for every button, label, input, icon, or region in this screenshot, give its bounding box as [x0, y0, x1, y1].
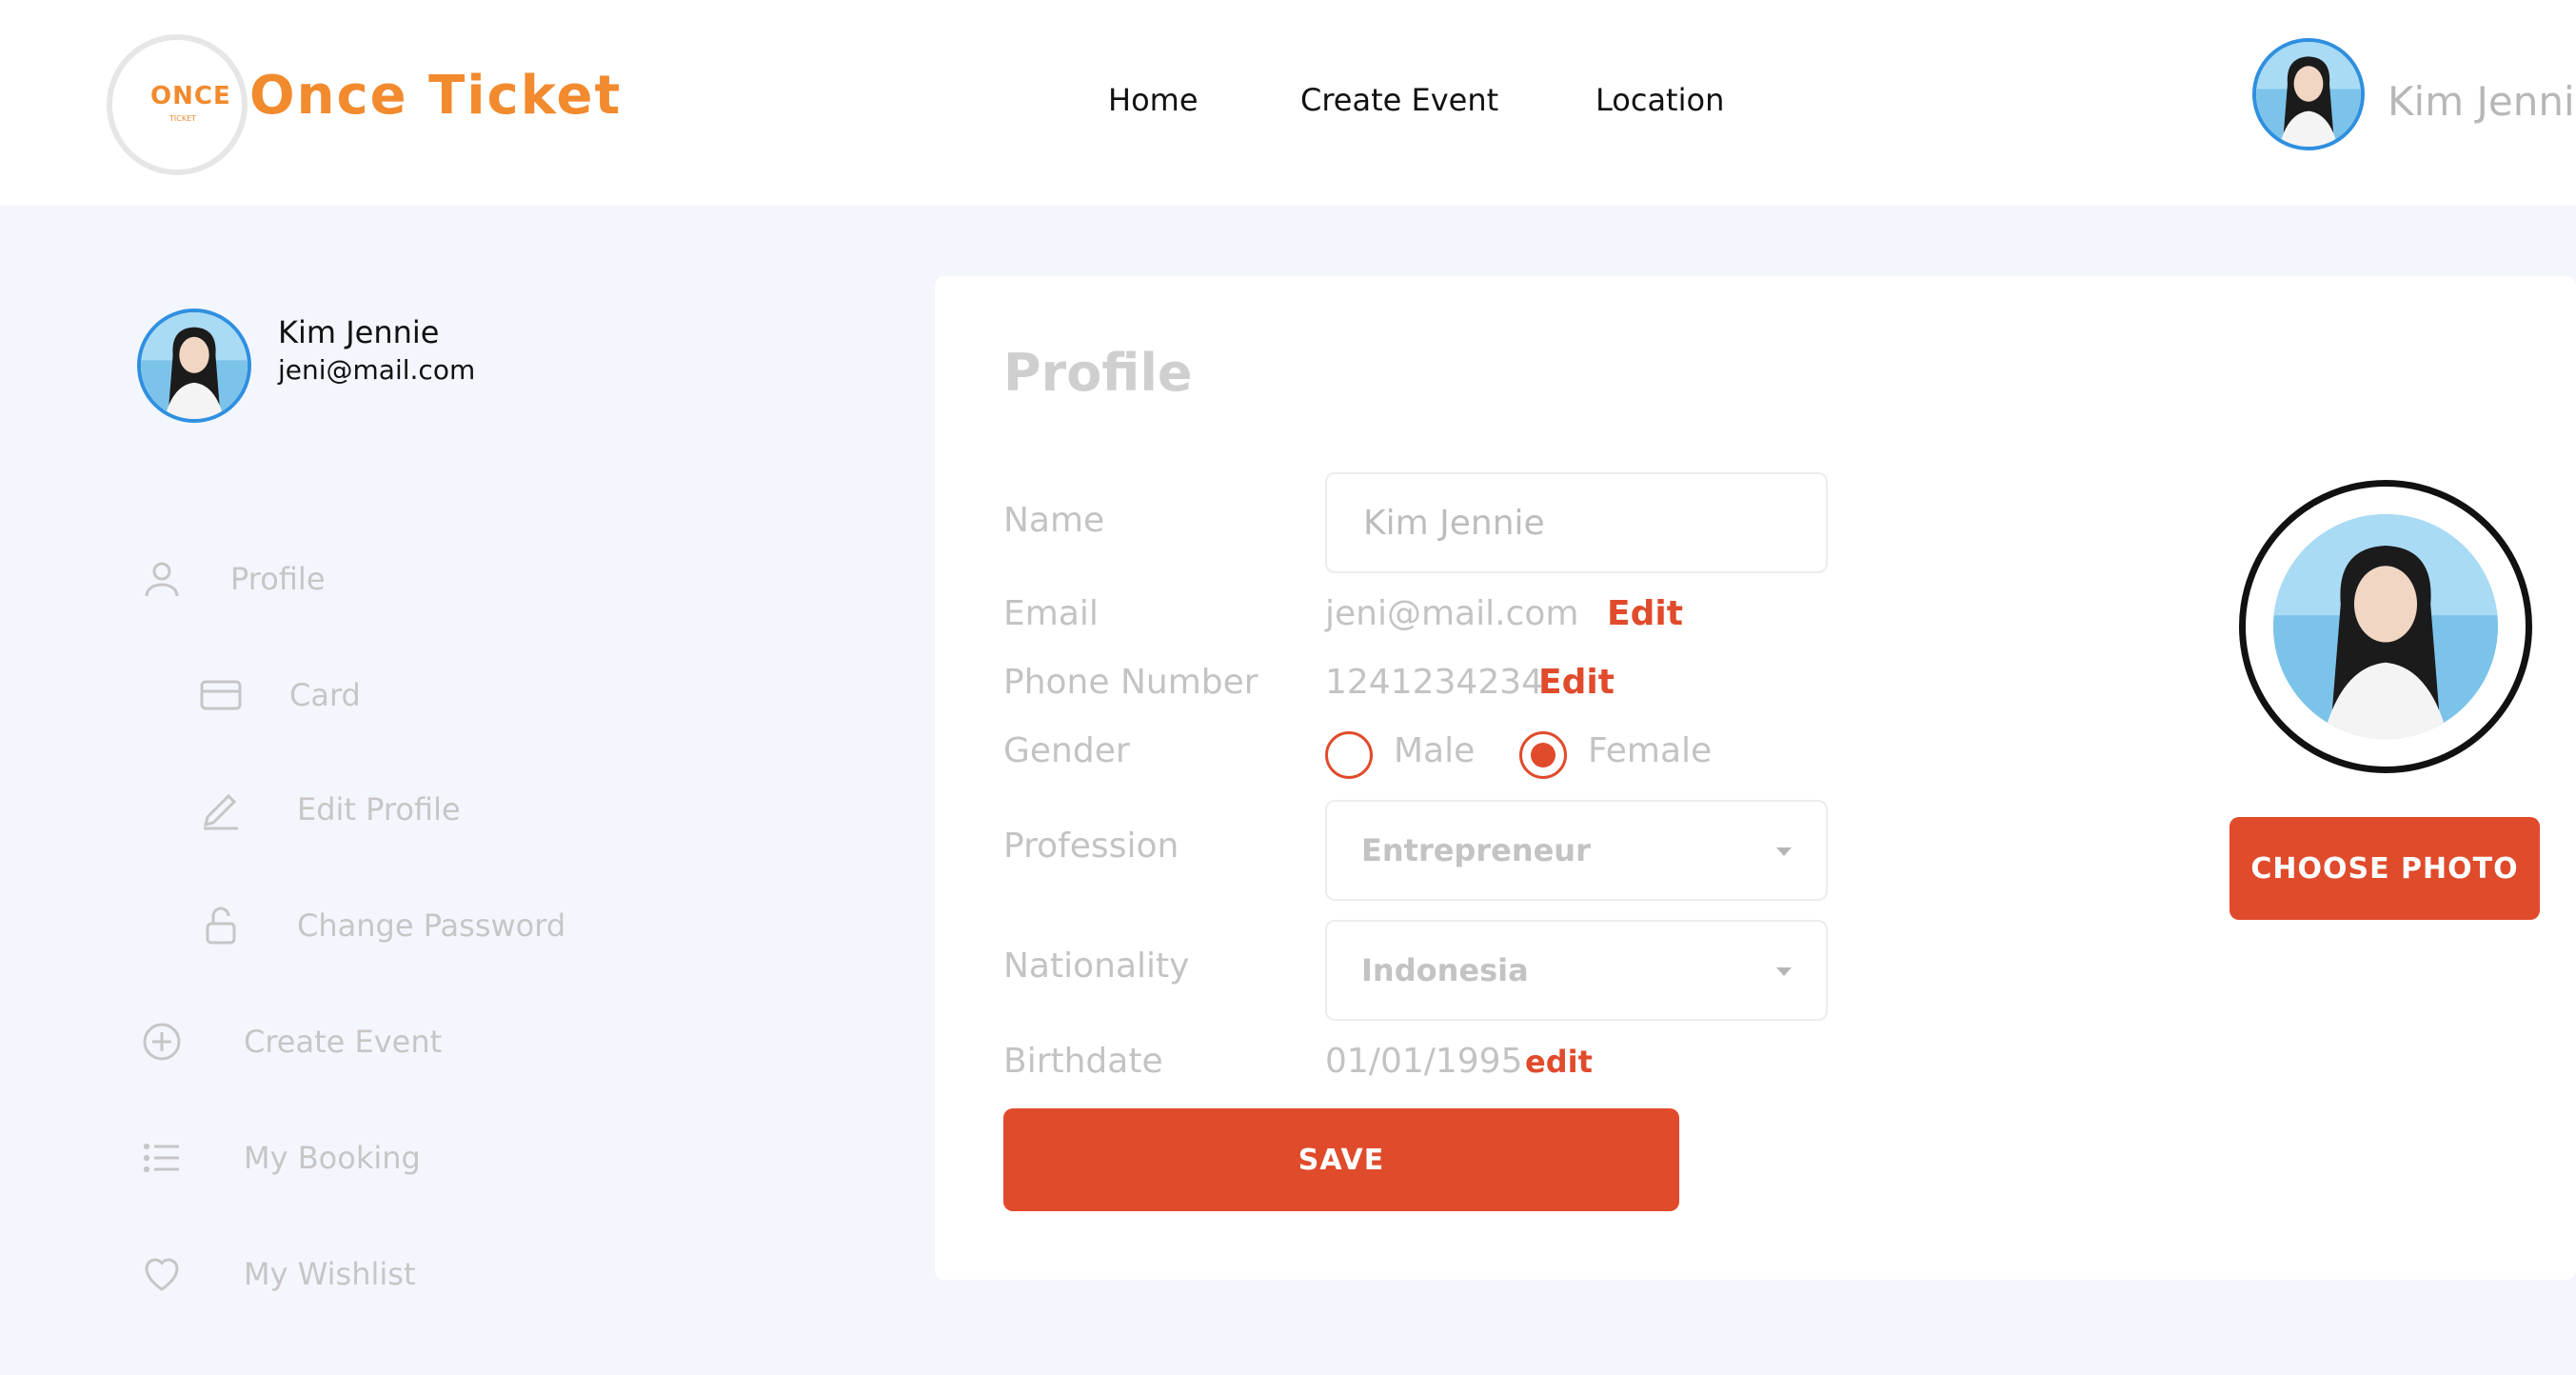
card-icon — [198, 672, 244, 718]
sidebar-avatar — [137, 309, 251, 423]
name-field-wrapper — [1325, 472, 1828, 573]
sidebar-item-my-booking[interactable]: My Booking — [139, 1135, 421, 1181]
top-header: ONCE TICKET Once Ticket Home Create Even… — [0, 0, 2576, 206]
logo-subtext: TICKET — [169, 114, 197, 123]
nav-location[interactable]: Location — [1595, 82, 1724, 118]
nav-home[interactable]: Home — [1108, 82, 1199, 118]
phone-label: Phone Number — [1003, 663, 1258, 702]
sidebar-item-card[interactable]: Card — [198, 672, 361, 718]
user-icon — [139, 556, 185, 602]
sidebar-item-edit-profile[interactable]: Edit Profile — [198, 787, 461, 832]
sidebar-item-change-password[interactable]: Change Password — [198, 903, 565, 948]
nationality-select[interactable]: Indonesia — [1325, 920, 1828, 1021]
plus-circle-icon — [139, 1019, 185, 1065]
pencil-icon — [198, 787, 244, 832]
heart-icon — [139, 1251, 185, 1297]
save-button[interactable]: SAVE — [1003, 1108, 1679, 1211]
birthdate-edit-link[interactable]: edit — [1525, 1044, 1593, 1080]
choose-photo-button[interactable]: CHOOSE PHOTO — [2229, 817, 2540, 920]
nationality-value: Indonesia — [1361, 952, 1529, 988]
sidebar-item-create-event[interactable]: Create Event — [139, 1019, 442, 1065]
sidebar-user-email: jeni@mail.com — [278, 354, 476, 386]
sidebar-item-label: My Wishlist — [244, 1256, 416, 1292]
email-edit-link[interactable]: Edit — [1607, 594, 1683, 633]
profession-label: Profession — [1003, 827, 1179, 866]
nationality-label: Nationality — [1003, 947, 1190, 986]
list-icon — [139, 1135, 185, 1181]
profile-photo — [2239, 480, 2532, 773]
profession-select[interactable]: Entrepreneur — [1325, 800, 1828, 901]
sidebar-item-profile[interactable]: Profile — [139, 556, 326, 602]
gender-female-radio[interactable] — [1519, 731, 1567, 779]
sidebar-item-label: Card — [289, 677, 361, 713]
header-user-name[interactable]: Kim Jennie — [2388, 78, 2576, 125]
gender-male-label[interactable]: Male — [1394, 731, 1475, 770]
page-title: Profile — [1003, 343, 1193, 403]
gender-female-label[interactable]: Female — [1588, 731, 1712, 770]
phone-edit-link[interactable]: Edit — [1538, 663, 1615, 702]
profile-card: Profile Name Email jeni@mail.com Edit Ph… — [935, 276, 2576, 1280]
email-value: jeni@mail.com — [1325, 594, 1579, 633]
brand-name[interactable]: Once Ticket — [249, 65, 622, 127]
avatar-image — [2256, 42, 2361, 147]
name-field[interactable] — [1361, 502, 1803, 544]
birthdate-value: 01/01/1995 — [1325, 1042, 1523, 1081]
gender-label: Gender — [1003, 731, 1130, 770]
logo[interactable]: ONCE TICKET — [107, 34, 248, 175]
header-avatar[interactable] — [2252, 38, 2365, 150]
sidebar-user-name: Kim Jennie — [278, 314, 440, 350]
avatar-image — [2273, 514, 2498, 739]
chevron-down-icon — [1776, 967, 1792, 976]
logo-text: ONCE — [150, 82, 231, 110]
sidebar-item-label: Edit Profile — [297, 791, 461, 827]
sidebar-item-label: Change Password — [297, 907, 566, 944]
nav-create-event[interactable]: Create Event — [1300, 82, 1498, 118]
gender-male-radio[interactable] — [1325, 731, 1373, 779]
profession-value: Entrepreneur — [1361, 832, 1591, 868]
sidebar-item-label: Profile — [230, 561, 326, 597]
sidebar-item-label: My Booking — [244, 1140, 421, 1176]
email-label: Email — [1003, 594, 1099, 633]
avatar-image — [141, 312, 248, 419]
sidebar-item-my-wishlist[interactable]: My Wishlist — [139, 1251, 416, 1297]
birthdate-label: Birthdate — [1003, 1042, 1163, 1081]
chevron-down-icon — [1776, 847, 1792, 856]
phone-value: 1241234234 — [1325, 663, 1544, 702]
sidebar-item-label: Create Event — [244, 1024, 443, 1060]
unlock-icon — [198, 903, 244, 948]
name-label: Name — [1003, 501, 1105, 540]
